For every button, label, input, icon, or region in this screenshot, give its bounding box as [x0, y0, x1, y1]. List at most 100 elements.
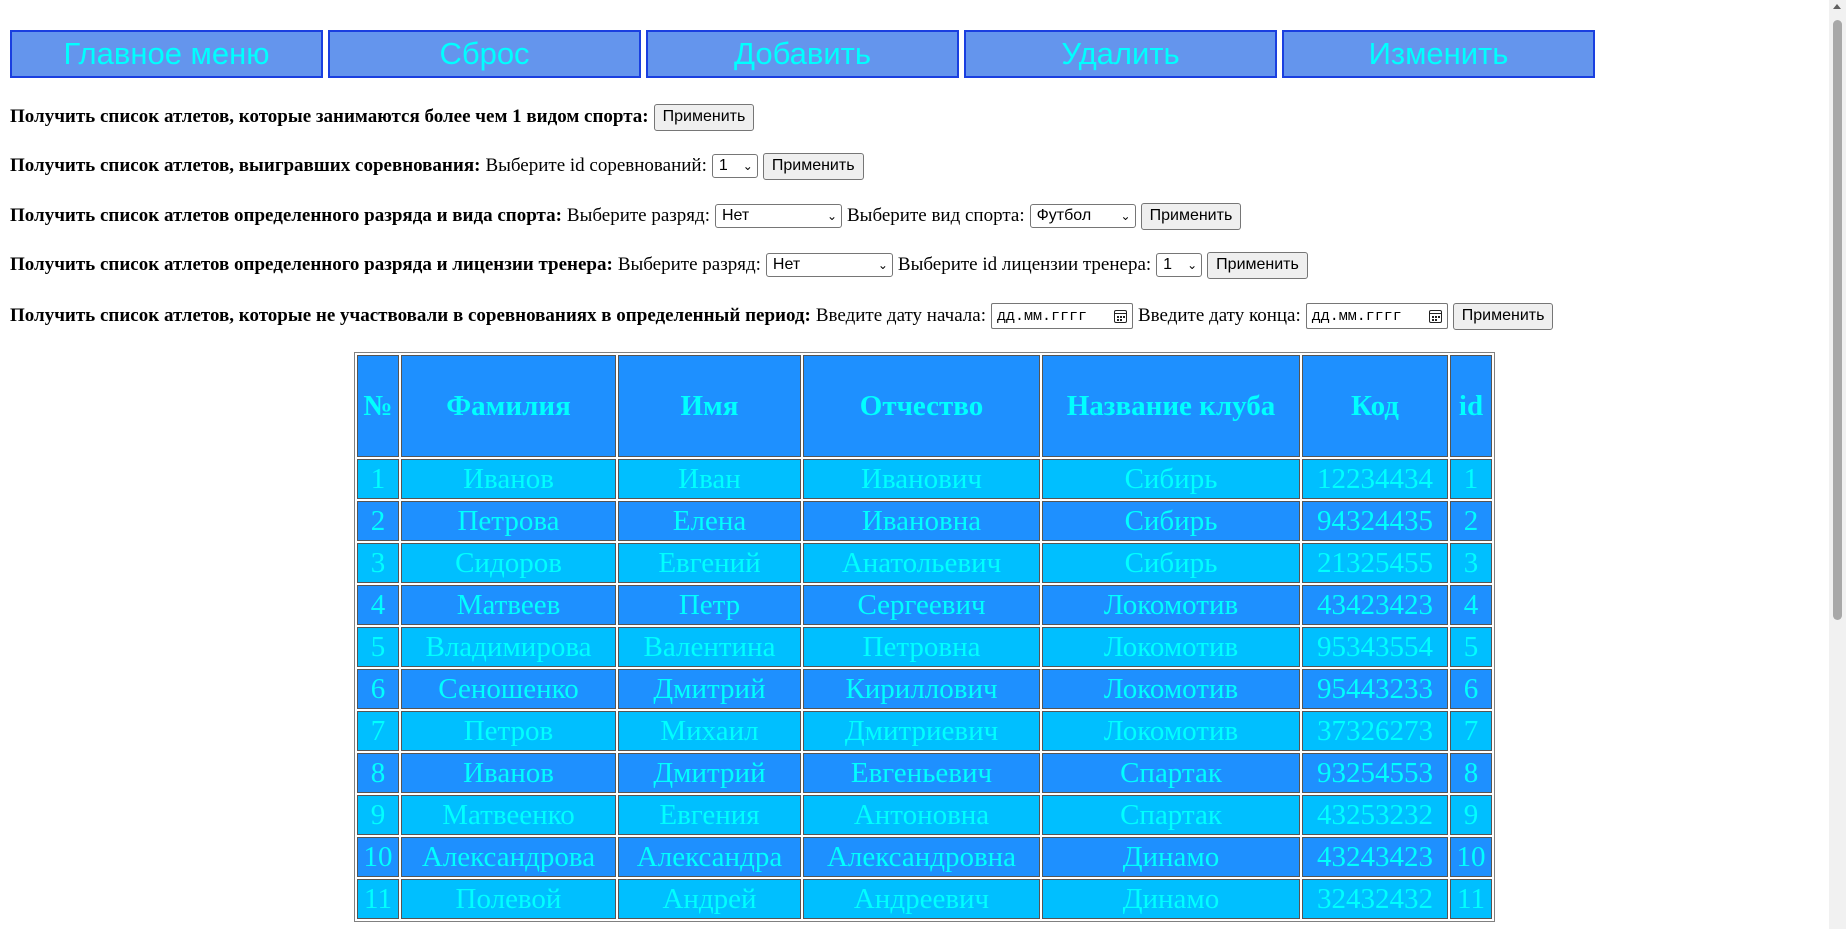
table-cell: Дмитриевич	[803, 711, 1040, 751]
table-cell: 6	[357, 669, 399, 709]
table-cell: Владимирова	[401, 627, 616, 667]
date-placeholder: дд.мм.гггг	[1311, 307, 1402, 325]
table-cell: Сибирь	[1042, 501, 1300, 541]
table-cell: 4	[357, 585, 399, 625]
add-button[interactable]: Добавить	[646, 30, 959, 78]
query-title: Получить список атлетов, выигравших соре…	[10, 155, 481, 176]
edit-button[interactable]: Изменить	[1282, 30, 1595, 78]
start-date-input[interactable]: дд.мм.гггг	[991, 303, 1133, 329]
table-row: 10 Александрова Александра Александровна Дин…	[357, 837, 1492, 877]
rank-label: Выберите разряд:	[617, 254, 761, 275]
date-placeholder: дд.мм.гггг	[997, 307, 1088, 325]
athletes-table: № Фамилия Имя Отчество Название клуба Ко…	[354, 352, 1495, 922]
top-nav: Главное меню Сброс Добавить Удалить Изме…	[10, 30, 1595, 78]
query-title: Получить список атлетов, которые занимаю…	[10, 106, 649, 127]
table-cell: 11	[1450, 879, 1492, 919]
table-cell: Евгеньевич	[803, 753, 1040, 793]
table-cell: 95443233	[1302, 669, 1448, 709]
table-cell: 93254553	[1302, 753, 1448, 793]
query-winners: Получить список атлетов, выигравших соре…	[10, 152, 864, 180]
table-row: 7 Петров Михаил Дмитриевич Локомотив 37326273…	[357, 711, 1492, 751]
table-cell: 3	[357, 543, 399, 583]
table-cell: 8	[1450, 753, 1492, 793]
column-header: Фамилия	[401, 355, 616, 457]
select-value: Нет	[772, 256, 801, 273]
table-row: 4 Матвеев Петр Сергеевич Локомотив 43423423 4	[357, 585, 1492, 625]
apply-button[interactable]: Применить	[653, 103, 755, 131]
scroll-up-arrow-icon[interactable]	[1833, 4, 1841, 9]
query-no-competition-period: Получить список атлетов, которые не учас…	[10, 302, 1554, 330]
table-cell: 10	[1450, 837, 1492, 877]
competition-id-label: Выберите id соревнований:	[485, 155, 707, 176]
table-cell: 6	[1450, 669, 1492, 709]
table-cell: 3	[1450, 543, 1492, 583]
table-cell: 7	[1450, 711, 1492, 751]
table-row: 9 Матвеенко Евгения Антоновна Спартак 4325323…	[357, 795, 1492, 835]
chevron-down-icon: ⌄	[742, 159, 753, 173]
table-cell: Сибирь	[1042, 543, 1300, 583]
vertical-scrollbar[interactable]	[1829, 0, 1846, 929]
chevron-down-icon: ⌄	[1120, 209, 1131, 223]
main-menu-button[interactable]: Главное меню	[10, 30, 323, 78]
delete-button[interactable]: Удалить	[964, 30, 1277, 78]
rank-label: Выберите разряд:	[566, 205, 710, 226]
table-cell: Спартак	[1042, 795, 1300, 835]
coach-license-label: Выберите id лицензии тренера:	[897, 254, 1152, 275]
table-row: 2 Петрова Елена Ивановна Сибирь 94324435 2	[357, 501, 1492, 541]
calendar-icon[interactable]	[1428, 309, 1442, 323]
apply-button[interactable]: Применить	[1207, 251, 1308, 279]
competition-id-select[interactable]: 1 ⌄	[711, 154, 758, 178]
table-cell: Матвеенко	[401, 795, 616, 835]
query-rank-license: Получить список атлетов определенного ра…	[10, 251, 1308, 279]
apply-button[interactable]: Применить	[1452, 302, 1554, 330]
table-cell: Михаил	[618, 711, 801, 751]
end-date-label: Введите дату конца:	[1138, 305, 1301, 326]
table-cell: 1	[1450, 459, 1492, 499]
end-date-input[interactable]: дд.мм.гггг	[1305, 303, 1448, 329]
chevron-down-icon: ⌄	[826, 209, 837, 223]
table-cell: Анатольевич	[803, 543, 1040, 583]
sport-select[interactable]: Футбол ⌄	[1029, 204, 1136, 228]
calendar-icon[interactable]	[1114, 309, 1127, 323]
table-cell: Петр	[618, 585, 801, 625]
table-cell: 2	[1450, 501, 1492, 541]
table-cell: Петровна	[803, 627, 1040, 667]
scrollbar-thumb[interactable]	[1833, 20, 1842, 620]
table-cell: 37326273	[1302, 711, 1448, 751]
table-cell: Андрей	[618, 879, 801, 919]
query-title: Получить список атлетов, которые не учас…	[10, 305, 811, 326]
table-cell: Иванов	[401, 459, 616, 499]
table-cell: 12234434	[1302, 459, 1448, 499]
query-title: Получить список атлетов определенного ра…	[10, 254, 613, 275]
table-cell: Локомотив	[1042, 585, 1300, 625]
table-cell: 11	[357, 879, 399, 919]
apply-button[interactable]: Применить	[1140, 202, 1242, 230]
table-row: 5 Владимирова Валентина Петровна Локомотив 95…	[357, 627, 1492, 667]
table-cell: 8	[357, 753, 399, 793]
reset-button[interactable]: Сброс	[328, 30, 641, 78]
table-cell: 43243423	[1302, 837, 1448, 877]
table-cell: 9	[1450, 795, 1492, 835]
table-cell: 21325455	[1302, 543, 1448, 583]
table-cell: Динамо	[1042, 879, 1300, 919]
coach-license-select[interactable]: 1 ⌄	[1156, 253, 1203, 277]
sport-label: Выберите вид спорта:	[847, 205, 1025, 226]
table-row: 1 Иванов Иван Иванович Сибирь 12234434 1	[357, 459, 1492, 499]
table-cell: Матвеев	[401, 585, 616, 625]
select-value: 1	[718, 157, 728, 174]
table-cell: 5	[357, 627, 399, 667]
table-cell: Евгений	[618, 543, 801, 583]
column-header: id	[1450, 355, 1492, 457]
apply-button[interactable]: Применить	[762, 152, 864, 180]
select-value: Футбол	[1036, 207, 1092, 224]
table-cell: Евгения	[618, 795, 801, 835]
table-cell: Дмитрий	[618, 753, 801, 793]
rank-select[interactable]: Нет ⌄	[715, 204, 842, 228]
rank-select[interactable]: Нет ⌄	[765, 253, 893, 277]
table-cell: 2	[357, 501, 399, 541]
table-cell: 43423423	[1302, 585, 1448, 625]
query-rank-sport: Получить список атлетов определенного ра…	[10, 202, 1242, 230]
table-cell: Антоновна	[803, 795, 1040, 835]
table-cell: Андреевич	[803, 879, 1040, 919]
table-cell: Полевой	[401, 879, 616, 919]
